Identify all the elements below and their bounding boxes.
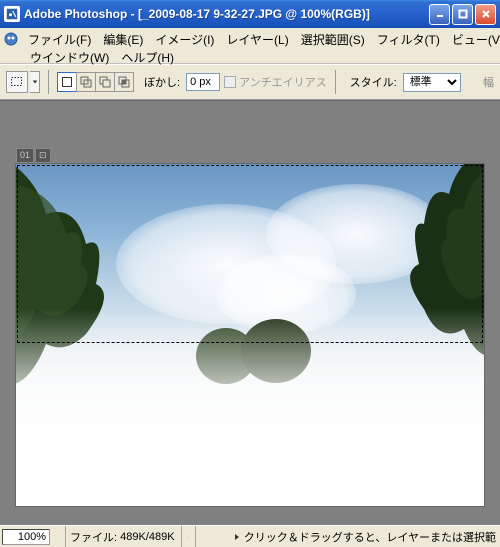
selection-add-button[interactable] — [76, 72, 96, 92]
separator — [48, 70, 49, 94]
separator — [335, 70, 336, 94]
file-label: ファイル: — [70, 529, 117, 545]
close-button[interactable] — [475, 4, 496, 25]
menu-image[interactable]: イメージ(I) — [149, 30, 220, 49]
selection-new-button[interactable] — [57, 72, 77, 92]
width-label: 幅 — [483, 74, 494, 90]
tool-preset-button[interactable] — [6, 71, 28, 93]
selection-mode-group — [57, 72, 134, 92]
canvas-tag-01: 01 — [16, 148, 34, 163]
menu-window[interactable]: ウインドウ(W) — [24, 48, 115, 67]
photoshop-menu-icon[interactable] — [4, 31, 18, 47]
document-area: 01 ⊡ — [0, 100, 500, 525]
menu-edit[interactable]: 編集(E) — [97, 30, 149, 49]
canvas-tags: 01 ⊡ — [16, 148, 51, 163]
status-menu-button[interactable] — [182, 526, 196, 547]
menu-select[interactable]: 選択範囲(S) — [295, 30, 371, 49]
window-title: Adobe Photoshop - [_2009-08-17 9-32-27.J… — [24, 7, 429, 21]
minimize-button[interactable] — [429, 4, 450, 25]
file-size-info: ファイル: 489K/489K — [66, 526, 182, 547]
menu-filter[interactable]: フィルタ(T) — [371, 30, 446, 49]
menubar: ファイル(F) 編集(E) イメージ(I) レイヤー(L) 選択範囲(S) フィ… — [0, 28, 500, 64]
gradient-fade — [16, 308, 484, 506]
maximize-button[interactable] — [452, 4, 473, 25]
style-label: スタイル: — [350, 74, 397, 90]
antialias-label: アンチエイリアス — [239, 74, 327, 90]
feather-input[interactable] — [186, 73, 220, 91]
file-value: 489K/489K — [120, 531, 174, 543]
selection-intersect-button[interactable] — [114, 72, 134, 92]
status-menu-left[interactable] — [52, 526, 66, 547]
hint-text: クリック＆ドラッグすると、レイヤーまたは選択範 — [244, 532, 496, 544]
app-name: Adobe Photoshop — [24, 7, 127, 21]
window-titlebar: Adobe Photoshop - [_2009-08-17 9-32-27.J… — [0, 0, 500, 28]
zoom-display[interactable]: 100% — [2, 529, 50, 545]
menu-file[interactable]: ファイル(F) — [22, 30, 97, 49]
selection-subtract-button[interactable] — [95, 72, 115, 92]
style-select[interactable]: 標準 — [403, 73, 461, 92]
antialias-option: アンチエイリアス — [224, 74, 327, 90]
menu-help[interactable]: ヘルプ(H) — [115, 48, 180, 67]
statusbar: 100% ファイル: 489K/489K クリック＆ドラッグすると、レイヤーまた… — [0, 525, 500, 547]
canvas-image[interactable] — [16, 164, 484, 506]
document-name: [_2009-08-17 9-32-27.JPG @ 100%(RGB)] — [138, 7, 370, 21]
window-controls — [429, 4, 496, 25]
canvas-tag-icon: ⊡ — [35, 148, 51, 163]
options-bar: ぼかし: アンチエイリアス スタイル: 標準 幅 — [0, 64, 500, 100]
menu-layer[interactable]: レイヤー(L) — [220, 30, 294, 49]
feather-label: ぼかし: — [144, 74, 180, 90]
canvas-window[interactable]: 01 ⊡ — [15, 163, 485, 507]
tool-preset-dropdown[interactable] — [30, 71, 40, 93]
status-hint: クリック＆ドラッグすると、レイヤーまたは選択範 — [233, 529, 500, 545]
antialias-checkbox — [224, 76, 236, 88]
menu-view[interactable]: ビュー(V) — [446, 30, 500, 49]
app-icon — [4, 6, 20, 22]
